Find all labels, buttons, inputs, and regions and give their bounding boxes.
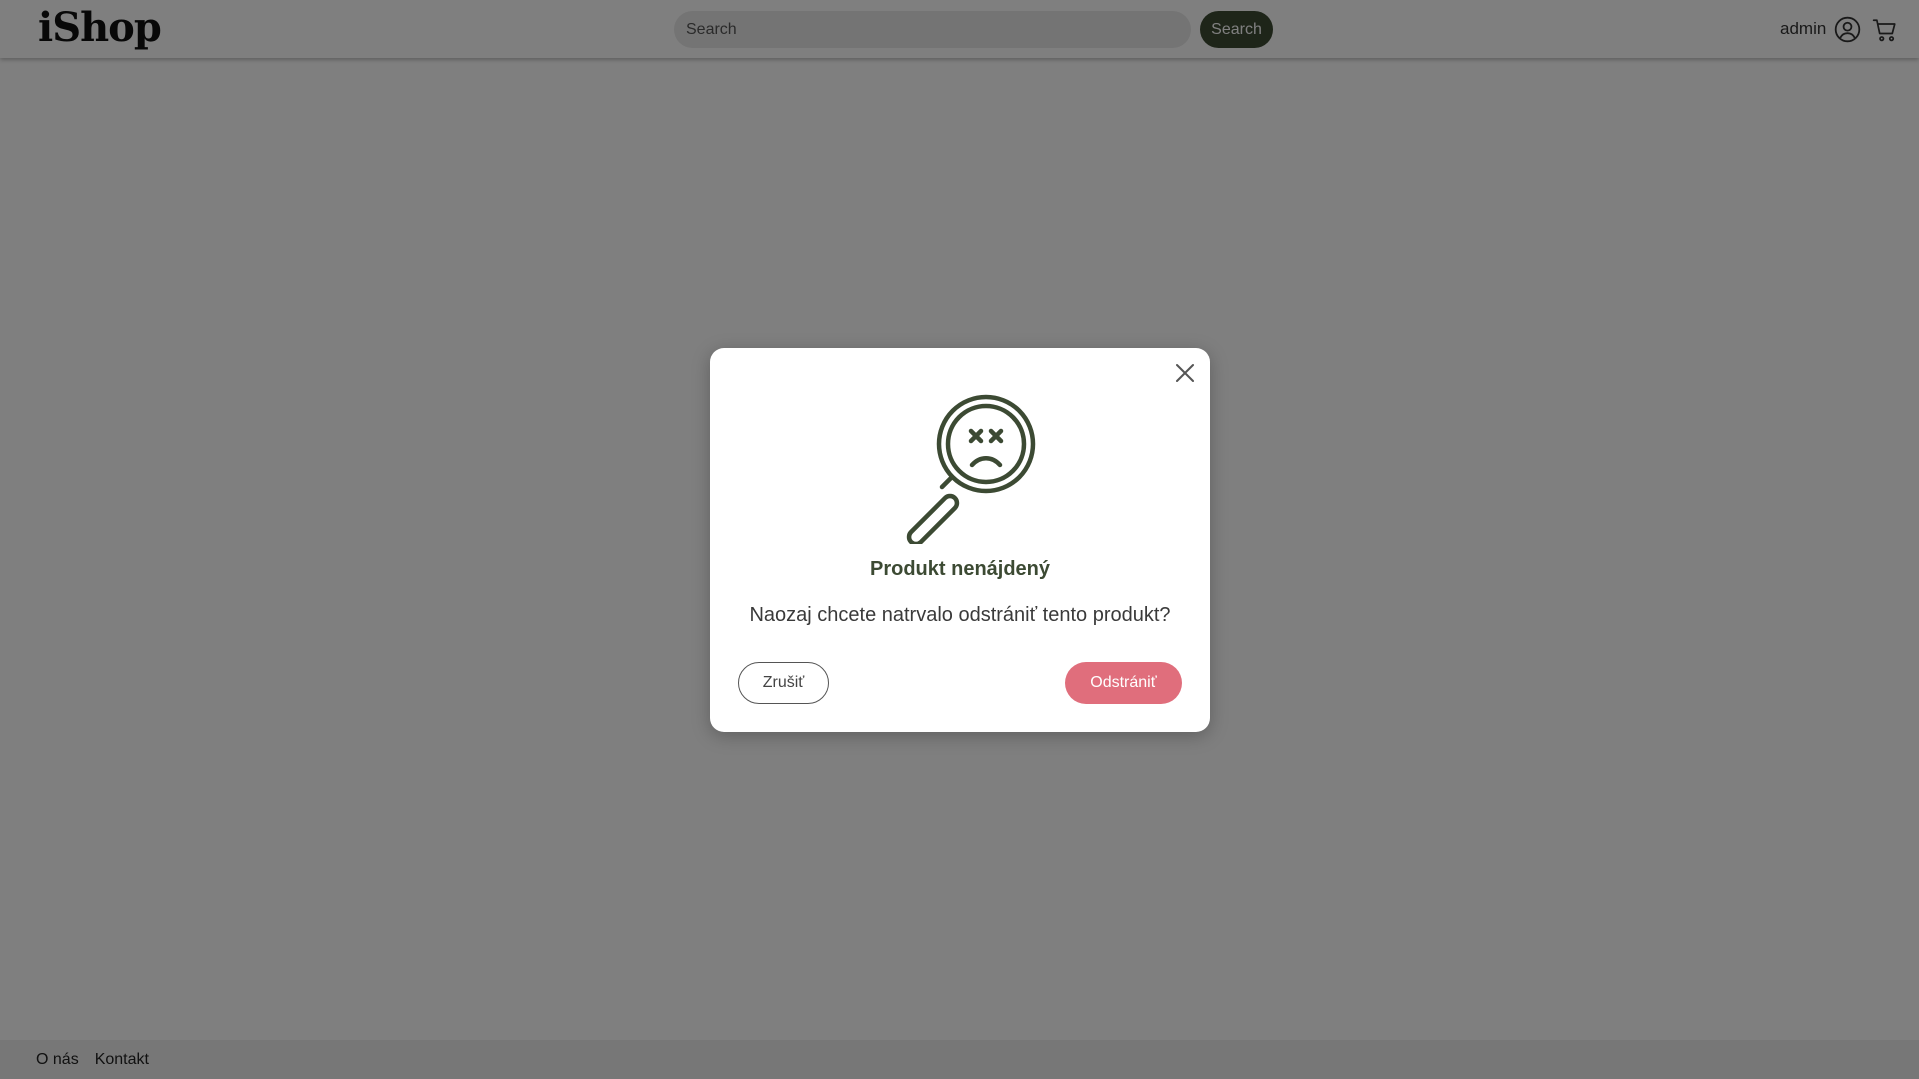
delete-confirm-dialog: Produkt nenájdený Naozaj chcete natrvalo… [710, 348, 1210, 732]
sad-magnifier-icon [906, 394, 1036, 544]
close-button[interactable] [1172, 360, 1198, 386]
dialog-title: Produkt nenájdený [869, 558, 1051, 580]
cancel-button[interactable]: Zrušiť [738, 662, 829, 704]
dialog-message: Naozaj chcete natrvalo odstrániť tento p… [749, 604, 1171, 626]
delete-button[interactable]: Odstrániť [1065, 662, 1182, 704]
close-icon [1176, 364, 1194, 382]
